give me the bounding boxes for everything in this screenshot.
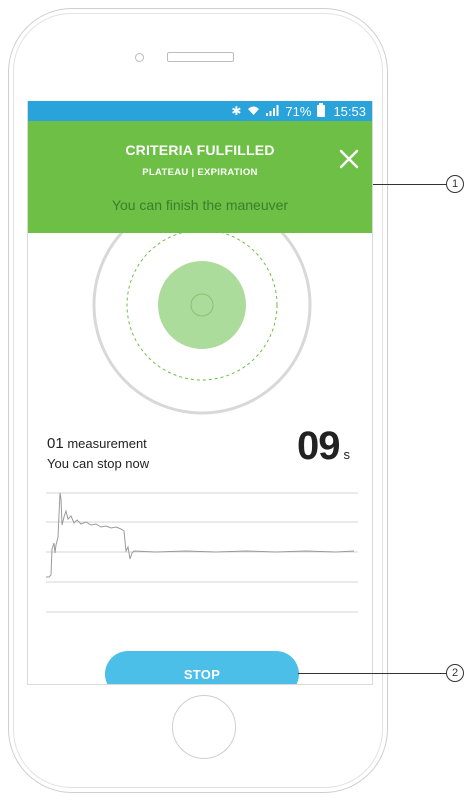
flow-curve [46, 492, 355, 578]
measurement-label: measurement [67, 436, 147, 451]
callout-marker-2: 2 [446, 664, 464, 682]
front-camera [135, 53, 144, 62]
close-button[interactable] [336, 146, 362, 172]
banner-subtitle: PLATEAU | EXPIRATION [142, 167, 258, 178]
timer-value: 09 [297, 424, 340, 468]
breathing-target [28, 233, 372, 433]
signal-icon [266, 104, 279, 118]
callout-line-1 [373, 184, 449, 185]
measurement-number: 01 [47, 435, 64, 452]
speaker-grille [167, 52, 234, 62]
close-icon [339, 149, 359, 169]
flow-graph [46, 492, 358, 613]
banner-message: You can finish the maneuver [111, 197, 289, 213]
callout-line-2 [298, 673, 449, 674]
bluetooth-icon: ✱ [231, 104, 242, 118]
callout-marker-1: 1 [446, 175, 464, 193]
app-screen: ✱ 71% 15:53 CRITERIA FULFILLED PLATEAU |… [27, 101, 373, 685]
status-bar: ✱ 71% 15:53 [28, 101, 372, 121]
measurement-status: You can stop now [47, 456, 150, 471]
measurement-count: 01 measurement [47, 435, 147, 452]
battery-percent: 71% [285, 103, 312, 119]
progress-indicator [158, 261, 246, 349]
timer: 09 s [297, 426, 350, 466]
criteria-banner: CRITERIA FULFILLED PLATEAU | EXPIRATION … [28, 121, 372, 233]
battery-icon [317, 103, 326, 117]
stop-button[interactable]: STOP [105, 651, 299, 684]
home-button[interactable] [172, 695, 236, 759]
wifi-icon [247, 105, 260, 118]
timer-unit: s [343, 447, 351, 462]
banner-title: CRITERIA FULFILLED [125, 142, 275, 158]
clock: 15:53 [333, 103, 366, 119]
